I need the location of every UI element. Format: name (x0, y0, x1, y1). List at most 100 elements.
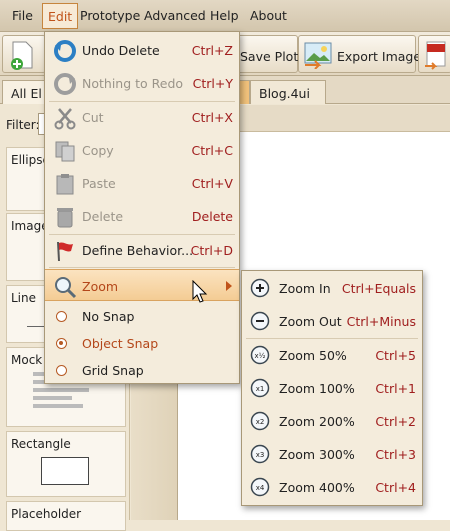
mouse-cursor-icon (192, 280, 208, 303)
undo-icon (54, 40, 76, 62)
menu-item-label: Zoom 200% (279, 414, 355, 429)
zoom-200-icon: x2 (250, 411, 270, 431)
menu-file[interactable]: File (12, 8, 33, 23)
menu-item-undo[interactable]: Undo Delete Ctrl+Z (45, 34, 239, 67)
menu-item-zoom-300[interactable]: x3 Zoom 300% Ctrl+3 (242, 438, 422, 471)
menu-item-zoom-400[interactable]: x4 Zoom 400% Ctrl+4 (242, 471, 422, 504)
menu-about[interactable]: About (250, 8, 287, 23)
copy-icon (55, 141, 75, 162)
menu-item-label: Define Behavior... (82, 243, 194, 258)
menu-item-label: Zoom 400% (279, 480, 355, 495)
menu-separator (49, 267, 235, 268)
redo-icon (54, 73, 76, 95)
radio-selected-icon (56, 338, 67, 349)
menu-item-shortcut: Ctrl+C (191, 143, 233, 158)
menu-item-define-behavior[interactable]: Define Behavior... Ctrl+D (45, 234, 239, 267)
menu-item-shortcut: Ctrl+1 (375, 381, 416, 396)
menu-item-delete[interactable]: Delete Delete (45, 200, 239, 233)
component-placeholder[interactable]: Placeholder (6, 501, 126, 531)
zoom-100-icon: x1 (250, 378, 270, 398)
zoom-out-icon (250, 311, 270, 331)
trash-icon (57, 208, 73, 228)
menu-item-label: Nothing to Redo (82, 76, 184, 91)
export-image-button[interactable]: Export Image (298, 35, 421, 73)
svg-text:x½: x½ (255, 352, 266, 360)
menu-item-shortcut: Ctrl+5 (375, 348, 416, 363)
rectangle-preview (41, 457, 89, 485)
flag-icon (57, 241, 73, 262)
save-plot-button[interactable]: Save Plot (232, 35, 298, 73)
zoom-submenu: Zoom In Ctrl+Equals Zoom Out Ctrl+Minus … (241, 270, 423, 506)
menu-item-shortcut: Ctrl+Y (192, 76, 233, 91)
menu-item-label: Zoom In (279, 281, 331, 296)
export-image-label: Export Image (337, 49, 422, 64)
menu-item-label: Copy (82, 143, 114, 158)
submenu-arrow-icon (226, 281, 232, 291)
menu-item-shortcut: Ctrl+Equals (341, 281, 416, 296)
menu-advanced[interactable]: Advanced (144, 8, 206, 23)
menu-item-label: Zoom Out (279, 314, 342, 329)
menu-item-shortcut: Delete (191, 209, 233, 224)
tab-document[interactable]: Blog.4ui (250, 80, 326, 104)
menu-edit[interactable]: Edit (42, 3, 79, 29)
menu-item-zoom-100[interactable]: x1 Zoom 100% Ctrl+1 (242, 372, 422, 405)
svg-text:x2: x2 (256, 418, 265, 426)
menu-item-zoom-out[interactable]: Zoom Out Ctrl+Minus (242, 305, 422, 338)
menu-item-redo[interactable]: Nothing to Redo Ctrl+Y (45, 67, 239, 100)
svg-text:x3: x3 (256, 451, 265, 459)
menu-item-copy[interactable]: Copy Ctrl+C (45, 134, 239, 167)
menu-item-shortcut: Ctrl+V (191, 176, 233, 191)
component-label: Placeholder (11, 507, 82, 521)
menu-item-label: Zoom 300% (279, 447, 355, 462)
zoom-50-icon: x½ (250, 345, 270, 365)
clipboard-icon (56, 174, 74, 195)
pdf-icon (425, 41, 446, 70)
menu-help[interactable]: Help (210, 8, 239, 23)
component-label: Rectangle (11, 437, 71, 451)
line-preview (27, 326, 45, 327)
menu-prototype[interactable]: Prototype (80, 8, 140, 23)
component-label: Image (11, 219, 49, 233)
scissors-icon (54, 108, 76, 130)
menu-item-label: Zoom 100% (279, 381, 355, 396)
magnifier-icon (55, 277, 77, 299)
menu-item-grid-snap[interactable]: Grid Snap (45, 354, 239, 387)
image-export-icon (304, 42, 332, 69)
menu-bar: File Edit Prototype Advanced Help About (0, 0, 450, 32)
menu-item-shortcut: Ctrl+X (191, 110, 233, 125)
menu-item-shortcut: Ctrl+4 (375, 480, 416, 495)
zoom-300-icon: x3 (250, 444, 270, 464)
filter-label: Filter: (6, 118, 40, 132)
menu-item-shortcut: Ctrl+2 (375, 414, 416, 429)
menu-item-zoom[interactable]: Zoom (45, 269, 239, 301)
menu-item-label: Delete (82, 209, 124, 224)
zoom-in-icon (250, 278, 270, 298)
menu-item-label: No Snap (82, 309, 135, 324)
menu-item-label: Undo Delete (82, 43, 160, 58)
edit-menu: Undo Delete Ctrl+Z Nothing to Redo Ctrl+… (44, 31, 240, 384)
svg-text:x4: x4 (256, 484, 265, 492)
radio-icon (56, 365, 67, 376)
menu-item-shortcut: Ctrl+Minus (346, 314, 416, 329)
tab-document-label: Blog.4ui (259, 86, 310, 101)
zoom-400-icon: x4 (250, 477, 270, 497)
export-pdf-button[interactable] (418, 35, 450, 73)
menu-item-zoom-in[interactable]: Zoom In Ctrl+Equals (242, 272, 422, 305)
menu-item-zoom-50[interactable]: x½ Zoom 50% Ctrl+5 (242, 339, 422, 372)
svg-text:x1: x1 (256, 385, 265, 393)
component-rectangle[interactable]: Rectangle (6, 431, 126, 497)
menu-item-zoom-200[interactable]: x2 Zoom 200% Ctrl+2 (242, 405, 422, 438)
menu-item-label: Object Snap (82, 336, 159, 351)
menu-item-label: Zoom 50% (279, 348, 347, 363)
menu-item-shortcut: Ctrl+3 (375, 447, 416, 462)
menu-item-cut[interactable]: Cut Ctrl+X (45, 101, 239, 134)
save-plot-label: Save Plot (240, 49, 299, 64)
tab-all-elements-label: All El (11, 86, 42, 101)
menu-item-paste[interactable]: Paste Ctrl+V (45, 167, 239, 200)
menu-item-label: Paste (82, 176, 116, 191)
menu-item-label: Cut (82, 110, 104, 125)
menu-item-label: Grid Snap (82, 363, 144, 378)
new-button[interactable] (2, 35, 46, 73)
menu-item-shortcut: Ctrl+D (190, 243, 233, 258)
menu-item-shortcut: Ctrl+Z (191, 43, 233, 58)
